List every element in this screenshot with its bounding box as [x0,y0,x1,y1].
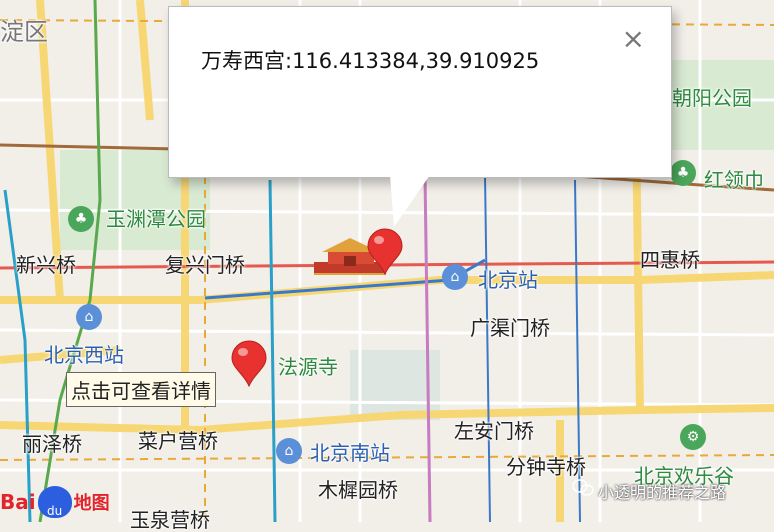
wechat-icon [572,479,594,496]
park-icon: ♣ [670,160,696,186]
logo-du-text: du [46,504,63,518]
label-beijing-south[interactable]: 北京南站 [310,443,390,463]
paw-icon: du [37,486,72,518]
label-yuyuantan[interactable]: 玉渊潭公园 [106,209,206,229]
label-beijing-west[interactable]: 北京西站 [44,345,124,365]
logo-map-text: 地图 [73,493,110,514]
train-station-icon: ⌂ [442,264,468,290]
map-marker-wanshou[interactable] [366,228,404,276]
marker-tooltip: 点击可查看详情 [66,372,216,407]
train-station-icon: ⌂ [76,304,102,330]
map-marker-fayuan[interactable] [230,340,268,388]
label-fenzhongsi-bridge: 分钟寺桥 [506,455,586,479]
train-station-icon: ⌂ [276,438,302,464]
label-hongling[interactable]: 红领巾 [704,170,764,190]
label-fuxingmen-bridge: 复兴门桥 [165,253,245,277]
amusement-park-icon: ⚙ [680,424,706,450]
info-window: 万寿西宫:116.413384,39.910925 × [168,6,672,178]
close-icon[interactable]: × [622,25,645,53]
label-beijing-station[interactable]: 北京站 [478,270,538,290]
label-bottom-bridge: 玉泉营桥 [130,508,210,532]
label-zuoanmen-bridge: 左安门桥 [454,419,534,443]
label-chaoyang-park[interactable]: 朝阳公园 [672,88,752,108]
label-lize-bridge: 丽泽桥 [22,432,82,456]
info-window-pointer [390,175,430,227]
label-guangqumen-bridge: 广渠门桥 [470,316,550,340]
info-window-content: 万寿西宫:116.413384,39.910925 [201,49,540,73]
logo-bai-text: Bai [0,490,36,514]
label-fayuan-temple[interactable]: 法源寺 [278,357,338,377]
park-icon: ♣ [68,206,94,232]
label-caihuying-bridge: 菜户营桥 [138,429,218,453]
label-sihui-bridge: 四惠桥 [640,248,700,272]
label-muxiyuan-bridge: 木樨园桥 [318,478,398,502]
watermark-text: 小透明的推荐之路 [598,483,727,502]
label-haidian: 淀区 [0,18,48,46]
baidu-map-logo[interactable]: Bai du 地图 [0,482,110,522]
label-xinxing-bridge: 新兴桥 [16,253,76,277]
